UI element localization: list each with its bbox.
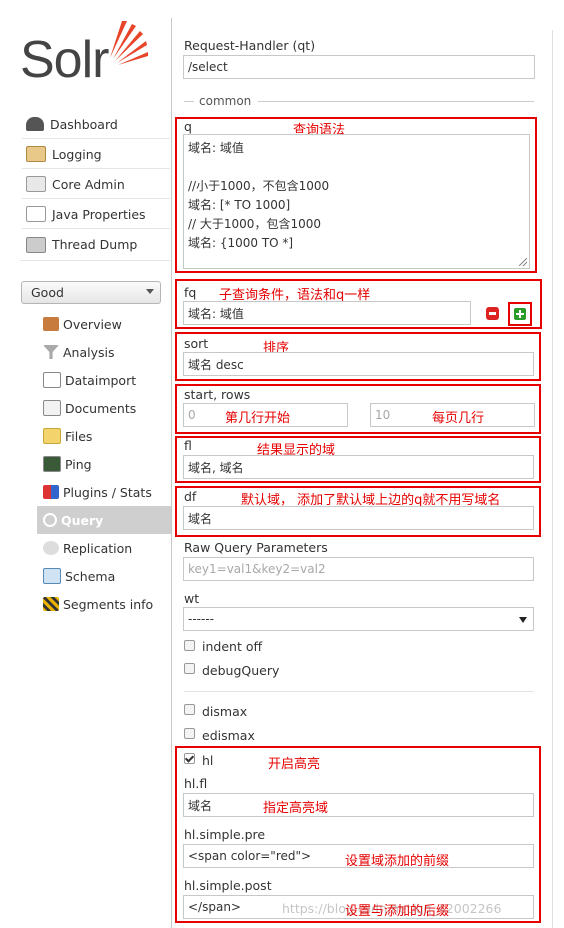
core-item-dataimport[interactable]: Dataimport <box>37 366 171 394</box>
sort-input[interactable]: 域名 desc <box>183 352 534 376</box>
annotation-hl-fl: 指定高亮域 <box>263 801 329 816</box>
wt-select[interactable]: ------ <box>183 607 534 631</box>
search-icon <box>43 513 57 527</box>
raw-query-label: Raw Query Parameters <box>184 540 328 555</box>
hl-simple-post-label: hl.simple.post <box>184 878 272 893</box>
minus-icon <box>489 312 496 315</box>
start-rows-label: start, rows <box>184 387 251 402</box>
sidebar-item-core-admin[interactable]: Core Admin <box>22 170 170 199</box>
indent-checkbox[interactable] <box>184 640 195 651</box>
q-line: 域名: 域值 <box>188 141 244 155</box>
q-textarea[interactable]: 域名: 域值 //小于1000，不包含1000 域名: [* TO 1000] … <box>183 134 530 269</box>
core-item-analysis[interactable]: Analysis <box>37 338 171 366</box>
fq-label: fq <box>184 285 197 300</box>
segments-icon <box>43 597 59 611</box>
sidebar-item-dashboard[interactable]: Dashboard <box>22 110 170 139</box>
sidebar-item-logging[interactable]: Logging <box>22 140 170 169</box>
form-right-border <box>552 30 553 928</box>
checkmark-icon <box>184 753 195 763</box>
files-icon <box>43 428 61 444</box>
common-divider-right <box>258 101 534 102</box>
core-selector[interactable]: Good <box>21 281 161 304</box>
hl-simple-pre-label: hl.simple.pre <box>184 827 266 842</box>
logging-icon <box>26 146 46 162</box>
plus-icon <box>514 308 526 320</box>
funnel-icon <box>43 345 59 359</box>
q-line: //小于1000，不包含1000 <box>188 179 330 193</box>
dataimport-icon <box>43 372 61 388</box>
dashboard-icon <box>26 117 44 131</box>
resize-handle-icon[interactable] <box>519 258 527 266</box>
dismax-checkbox[interactable] <box>184 704 195 715</box>
core-item-replication[interactable]: Replication <box>37 534 171 562</box>
add-fq-button[interactable] <box>508 302 532 326</box>
edismax-label: edismax <box>202 728 255 743</box>
chevron-down-icon <box>519 617 527 623</box>
sidebar-item-java-properties[interactable]: Java Properties <box>22 200 170 229</box>
raw-query-input[interactable]: key1=val1&key2=val2 <box>183 557 534 581</box>
documents-icon <box>43 400 61 416</box>
fl-label: fl <box>184 438 192 453</box>
q-line: 域名: [* TO 1000] <box>188 198 291 212</box>
core-item-ping[interactable]: Ping <box>37 450 171 478</box>
remove-fq-button[interactable] <box>486 307 499 320</box>
q-line: // 大于1000，包含1000 <box>188 217 321 231</box>
q-line: 域名: {1000 TO *] <box>188 236 294 250</box>
core-item-segments-info[interactable]: Segments info <box>37 590 171 618</box>
annotation-hl: 开启高亮 <box>268 757 321 772</box>
home-icon <box>43 317 59 331</box>
hl-label: hl <box>202 753 214 768</box>
dismax-label: dismax <box>202 704 248 719</box>
sidebar-separator <box>171 18 172 928</box>
core-item-query[interactable]: Query <box>37 506 171 534</box>
replication-icon <box>43 541 59 555</box>
fq-input[interactable]: 域名: 域值 <box>183 301 471 325</box>
annotation-start: 第几行开始 <box>225 411 291 426</box>
annotation-hl-post: 设置与添加的后缀 <box>345 904 450 919</box>
core-item-plugins-stats[interactable]: Plugins / Stats <box>37 478 171 506</box>
core-item-overview[interactable]: Overview <box>37 310 171 338</box>
plugins-icon <box>43 485 59 499</box>
hl-fl-input[interactable]: 域名 <box>183 793 534 817</box>
debug-query-label: debugQuery <box>202 663 280 678</box>
indent-label: indent off <box>202 639 263 654</box>
wt-label: wt <box>184 591 200 606</box>
hl-fl-label: hl.fl <box>184 776 208 791</box>
annotation-rows: 每页几行 <box>432 411 485 426</box>
logo-text: Solr <box>20 31 109 89</box>
core-item-files[interactable]: Files <box>37 422 171 450</box>
sidebar-item-thread-dump[interactable]: Thread Dump <box>22 230 170 259</box>
solr-sun-icon <box>110 21 148 65</box>
debug-query-checkbox[interactable] <box>184 663 195 674</box>
request-handler-input[interactable]: /select <box>183 55 535 79</box>
ping-icon <box>43 456 61 472</box>
sidebar-divider <box>20 260 170 261</box>
thread-dump-icon <box>26 236 46 253</box>
options-divider <box>184 691 534 692</box>
df-input[interactable]: 域名 <box>183 506 534 530</box>
hl-checkbox[interactable] <box>184 753 195 764</box>
fl-input[interactable]: 域名, 域名 <box>183 455 534 479</box>
core-item-documents[interactable]: Documents <box>37 394 171 422</box>
request-handler-label: Request-Handler (qt) <box>184 38 316 53</box>
core-item-schema[interactable]: Schema <box>37 562 171 590</box>
solr-logo[interactable]: Solr <box>20 18 155 90</box>
edismax-checkbox[interactable] <box>184 728 195 739</box>
core-admin-icon <box>26 176 46 192</box>
df-label: df <box>184 489 197 504</box>
q-label: q <box>184 119 192 134</box>
java-properties-icon <box>26 206 46 222</box>
sort-label: sort <box>184 336 209 351</box>
common-divider-left <box>184 101 194 102</box>
common-legend: common <box>199 94 252 108</box>
schema-icon <box>43 568 61 584</box>
chevron-down-icon <box>146 289 154 294</box>
annotation-hl-pre: 设置域添加的前缀 <box>345 854 450 869</box>
